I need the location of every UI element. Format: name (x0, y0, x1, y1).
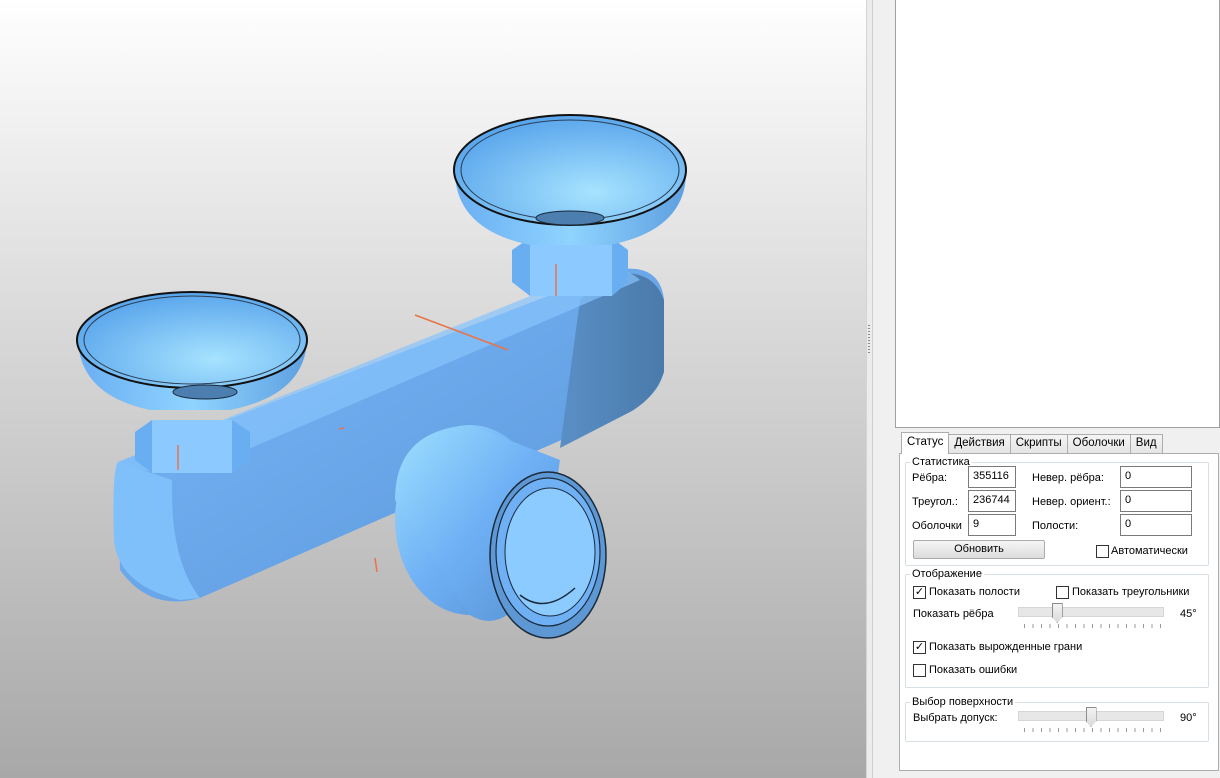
tolerance-value: 90° (1180, 712, 1197, 724)
tab-scripts[interactable]: Скрипты (1009, 434, 1068, 454)
show-degenerate-checkbox[interactable]: ✓ (913, 641, 926, 654)
3d-viewport[interactable] (0, 0, 866, 778)
status-tab-page: Статистика Рёбра: 355116 Треугол.: 23674… (899, 453, 1219, 771)
display-legend: Отображение (912, 568, 982, 580)
holes-label: Полости: (1032, 520, 1079, 532)
show-errors-checkbox[interactable] (913, 664, 926, 677)
shells-count-field: 9 (968, 514, 1016, 536)
shells-label: Оболочки (912, 520, 962, 532)
tab-status[interactable]: Статус (901, 432, 950, 454)
faucet-3d-model (76, 114, 687, 639)
triangles-count-field: 236744 (968, 490, 1016, 512)
update-button[interactable]: Обновить (913, 540, 1045, 559)
tab-view[interactable]: Вид (1129, 434, 1163, 454)
show-holes-checkbox[interactable]: ✓ (913, 586, 926, 599)
object-list[interactable] (895, 0, 1220, 428)
auto-update-label: Автоматически (1111, 545, 1188, 557)
show-errors-label: Показать ошибки (929, 664, 1018, 676)
bad-orientation-label: Невер. ориент.: (1032, 496, 1111, 508)
auto-update-checkbox[interactable] (1096, 545, 1109, 558)
tab-shells[interactable]: Оболочки (1066, 434, 1131, 454)
tolerance-label: Выбрать допуск: (913, 712, 998, 724)
right-panel: Статус Действия Скрипты Оболочки Вид Ста… (872, 0, 1220, 778)
tolerance-ticks (1024, 728, 1162, 732)
tab-bar: Статус Действия Скрипты Оболочки Вид (901, 432, 1163, 454)
bad-orientation-field: 0 (1120, 490, 1192, 512)
edges-label: Рёбра: (912, 472, 948, 484)
statistics-legend: Статистика (912, 456, 970, 468)
show-edges-slider-track[interactable] (1018, 607, 1164, 617)
show-triangles-checkbox[interactable] (1056, 586, 1069, 599)
holes-field: 0 (1120, 514, 1192, 536)
edges-count-field: 355116 (968, 466, 1016, 488)
triangles-label: Треугол.: (912, 496, 958, 508)
show-edges-label: Показать рёбра (913, 608, 994, 620)
show-edges-ticks (1024, 624, 1162, 628)
show-triangles-label: Показать треугольники (1072, 586, 1190, 598)
splitter-grip[interactable] (868, 325, 870, 355)
show-edges-value: 45° (1180, 608, 1197, 620)
surface-selection-legend: Выбор поверхности (912, 696, 1014, 708)
bad-edges-field: 0 (1120, 466, 1192, 488)
show-holes-label: Показать полости (929, 586, 1020, 598)
bad-edges-label: Невер. рёбра: (1032, 472, 1104, 484)
tab-actions[interactable]: Действия (948, 434, 1011, 454)
show-degenerate-label: Показать вырожденные грани (929, 641, 1083, 653)
